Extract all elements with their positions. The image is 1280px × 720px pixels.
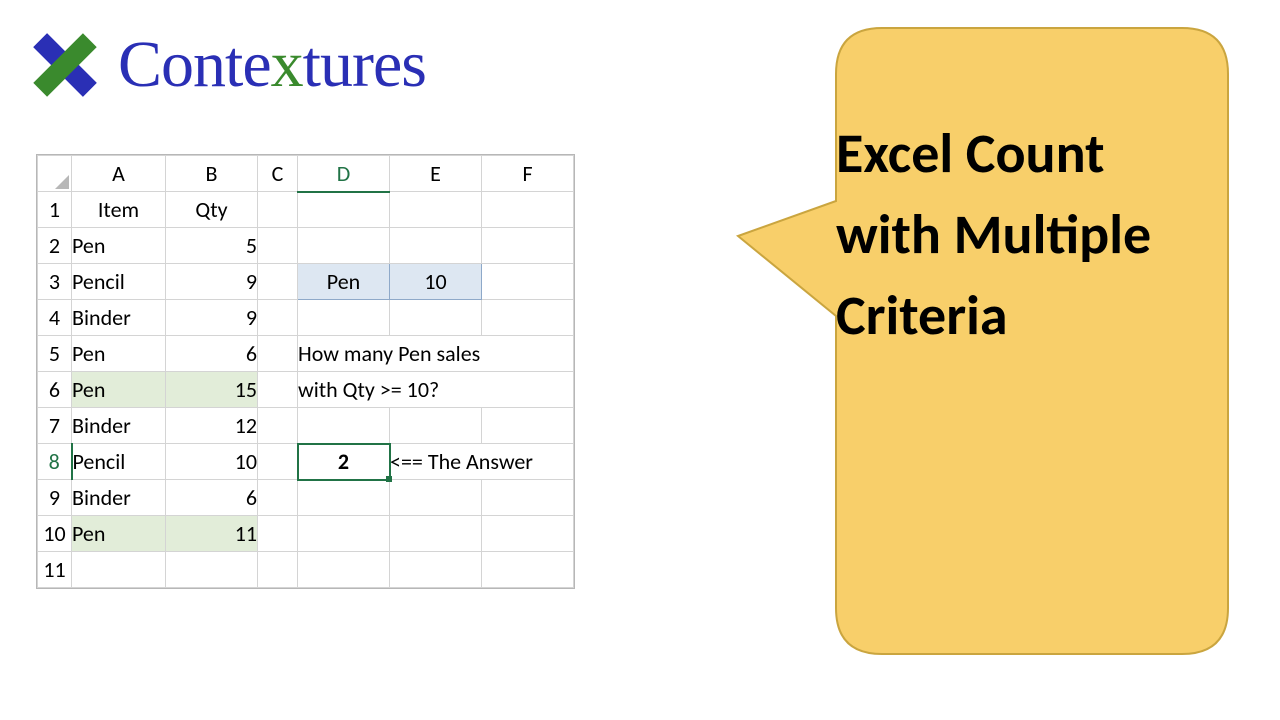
cell-F2[interactable]: [482, 228, 574, 264]
cell-F10[interactable]: [482, 516, 574, 552]
col-header-B[interactable]: B: [166, 156, 258, 192]
cell-B11[interactable]: [166, 552, 258, 588]
cell-A3[interactable]: Pencil: [72, 264, 166, 300]
cell-A10[interactable]: Pen: [72, 516, 166, 552]
logo-text: Contextures: [118, 27, 426, 103]
logo-mark-icon: [26, 26, 104, 104]
cell-D4[interactable]: [298, 300, 390, 336]
cell-F1[interactable]: [482, 192, 574, 228]
cell-B7[interactable]: 12: [166, 408, 258, 444]
cell-C1[interactable]: [258, 192, 298, 228]
cell-D8-answer[interactable]: 2: [298, 444, 390, 480]
cell-F11[interactable]: [482, 552, 574, 588]
cell-E10[interactable]: [390, 516, 482, 552]
cell-C6[interactable]: [258, 372, 298, 408]
col-header-D[interactable]: D: [298, 156, 390, 192]
row-header-3[interactable]: 3: [38, 264, 72, 300]
cell-B10[interactable]: 11: [166, 516, 258, 552]
cell-C10[interactable]: [258, 516, 298, 552]
cell-A2[interactable]: Pen: [72, 228, 166, 264]
cell-F3[interactable]: [482, 264, 574, 300]
cell-D10[interactable]: [298, 516, 390, 552]
callout-text: Excel Count with Multiple Criteria: [836, 120, 1151, 350]
cell-D7[interactable]: [298, 408, 390, 444]
cell-B8[interactable]: 10: [166, 444, 258, 480]
cell-E1[interactable]: [390, 192, 482, 228]
question-line-1: How many Pen sales: [298, 336, 574, 372]
answer-label: <== The Answer: [390, 444, 574, 480]
cell-E4[interactable]: [390, 300, 482, 336]
question-line-2: with Qty >= 10?: [298, 372, 574, 408]
row-header-6[interactable]: 6: [38, 372, 72, 408]
col-header-E[interactable]: E: [390, 156, 482, 192]
col-header-C[interactable]: C: [258, 156, 298, 192]
cell-B9[interactable]: 6: [166, 480, 258, 516]
row-header-1[interactable]: 1: [38, 192, 72, 228]
cell-C11[interactable]: [258, 552, 298, 588]
cell-C9[interactable]: [258, 480, 298, 516]
cell-E2[interactable]: [390, 228, 482, 264]
cell-A11[interactable]: [72, 552, 166, 588]
cell-E7[interactable]: [390, 408, 482, 444]
row-header-9[interactable]: 9: [38, 480, 72, 516]
cell-C8[interactable]: [258, 444, 298, 480]
spreadsheet[interactable]: A B C D E F 1 Item Qty 2 Pen 5 3: [36, 154, 575, 589]
cell-D9[interactable]: [298, 480, 390, 516]
cell-B5[interactable]: 6: [166, 336, 258, 372]
cell-E11[interactable]: [390, 552, 482, 588]
brand-logo: Contextures: [26, 26, 426, 104]
cell-F4[interactable]: [482, 300, 574, 336]
row-header-10[interactable]: 10: [38, 516, 72, 552]
row-header-11[interactable]: 11: [38, 552, 72, 588]
title-callout: Excel Count with Multiple Criteria: [730, 26, 1230, 656]
cell-C2[interactable]: [258, 228, 298, 264]
cell-A5[interactable]: Pen: [72, 336, 166, 372]
cell-E3-criteria-qty[interactable]: 10: [390, 264, 482, 300]
row-header-8[interactable]: 8: [38, 444, 72, 480]
cell-A6[interactable]: Pen: [72, 372, 166, 408]
cell-C5[interactable]: [258, 336, 298, 372]
cell-A4[interactable]: Binder: [72, 300, 166, 336]
cell-A1[interactable]: Item: [72, 192, 166, 228]
cell-C3[interactable]: [258, 264, 298, 300]
cell-B4[interactable]: 9: [166, 300, 258, 336]
row-header-5[interactable]: 5: [38, 336, 72, 372]
cell-D11[interactable]: [298, 552, 390, 588]
cell-D3-criteria-item[interactable]: Pen: [298, 264, 390, 300]
cell-B1[interactable]: Qty: [166, 192, 258, 228]
cell-D2[interactable]: [298, 228, 390, 264]
cell-E9[interactable]: [390, 480, 482, 516]
col-header-A[interactable]: A: [72, 156, 166, 192]
cell-B6[interactable]: 15: [166, 372, 258, 408]
cell-D1[interactable]: [298, 192, 390, 228]
select-all-corner[interactable]: [38, 156, 72, 192]
cell-B3[interactable]: 9: [166, 264, 258, 300]
cell-F9[interactable]: [482, 480, 574, 516]
cell-B2[interactable]: 5: [166, 228, 258, 264]
row-header-4[interactable]: 4: [38, 300, 72, 336]
cell-C7[interactable]: [258, 408, 298, 444]
cell-A9[interactable]: Binder: [72, 480, 166, 516]
col-header-F[interactable]: F: [482, 156, 574, 192]
cell-F7[interactable]: [482, 408, 574, 444]
cell-A7[interactable]: Binder: [72, 408, 166, 444]
cell-C4[interactable]: [258, 300, 298, 336]
row-header-7[interactable]: 7: [38, 408, 72, 444]
row-header-2[interactable]: 2: [38, 228, 72, 264]
cell-A8[interactable]: Pencil: [72, 444, 166, 480]
